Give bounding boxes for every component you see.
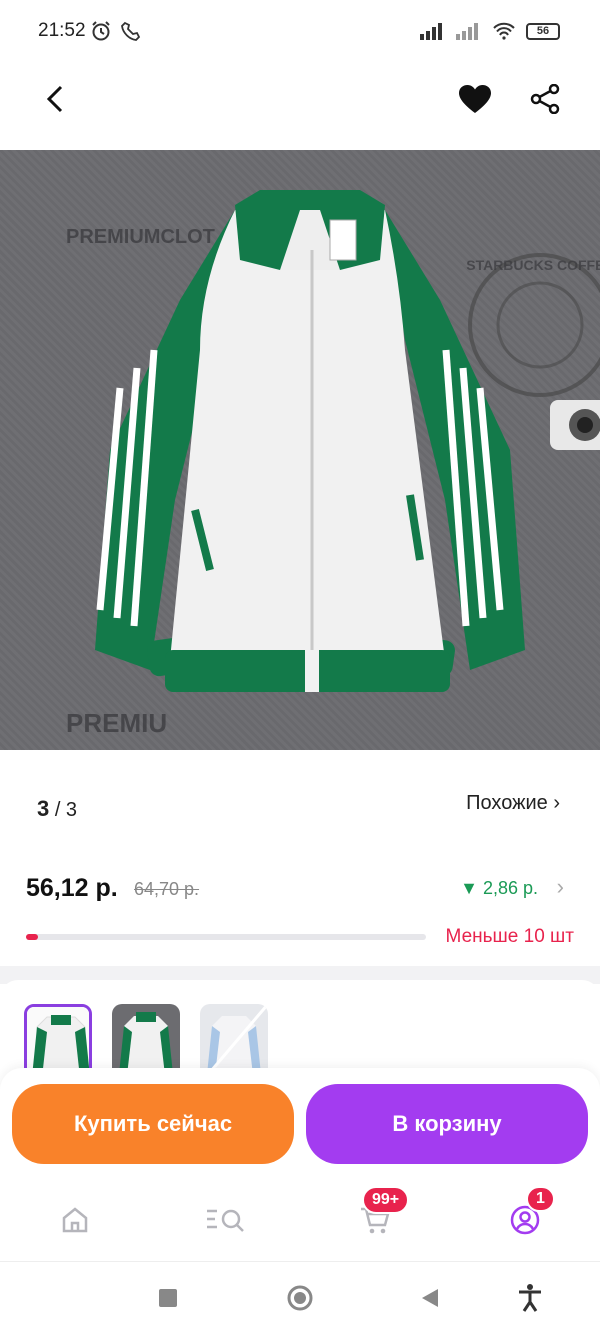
home-icon [62,1207,88,1233]
accessibility-icon [519,1284,541,1312]
catalog-search-icon [207,1209,244,1232]
share-button[interactable] [520,74,570,124]
triangle-back-icon [422,1289,438,1307]
nav-profile[interactable]: 1 [500,1186,555,1242]
wifi-icon [493,22,515,40]
current-price: 56,12 р. [26,874,118,902]
gallery-total: / 3 [54,799,78,821]
similar-link[interactable]: Похожие › [466,792,560,815]
variants-card [0,980,600,1084]
signal-2-icon [456,23,478,40]
status-bar: 21:52 56 [0,0,600,64]
system-navigation [0,1262,600,1332]
chevron-right-icon[interactable]: › [557,874,564,900]
heart-icon [459,85,491,113]
back-system-button[interactable] [414,1282,446,1314]
chevron-left-icon [46,85,63,113]
nav-catalog[interactable] [200,1198,250,1242]
share-icon [530,84,560,114]
nav-home[interactable] [50,1198,100,1242]
stock-progress-fill [26,934,38,940]
jacket-illustration: STARBUCKS COFFEE [95,190,600,692]
favorite-button[interactable] [450,74,500,124]
gallery-current: 3 [37,796,50,821]
top-app-bar [0,64,600,150]
product-image[interactable]: PREMIUMCLOT PREMIU STARBUCKS COFFEE [0,150,600,750]
gallery-info-row: 3 / 3 Похожие › [0,750,600,860]
alarm-icon [92,21,110,41]
home-system-button[interactable] [284,1282,316,1314]
circle-icon [287,1285,313,1311]
price-section: 56,12 р. 64,70 р. ▼ 2,86 р. › Меньше 10 … [0,860,600,970]
battery-indicator: 56 [526,22,560,40]
call-icon [121,21,141,41]
gallery-counter: 3 / 3 [37,796,77,822]
recents-button[interactable] [152,1282,184,1314]
signal-icon [420,23,442,40]
stock-progress-bar [26,934,426,940]
add-to-cart-button[interactable]: В корзину [306,1084,588,1164]
price-drop[interactable]: ▼ 2,86 р. [460,878,538,899]
nav-cart[interactable]: 99+ [350,1186,410,1242]
cart-badge: 99+ [362,1186,410,1214]
stock-text: Меньше 10 шт [445,926,574,947]
status-icons-right: 56 [420,22,560,40]
action-bar: Купить сейчас В корзину [0,1068,600,1178]
bottom-navigation: 99+ 1 [0,1178,600,1262]
old-price: 64,70 р. [134,879,200,899]
buy-now-button[interactable]: Купить сейчас [12,1084,294,1164]
square-icon [159,1289,177,1307]
back-button[interactable] [30,74,80,124]
profile-badge: 1 [526,1186,555,1212]
status-time: 21:52 [38,20,86,41]
badge-text: STARBUCKS COFFEE [466,257,600,273]
status-icons-left [90,20,142,42]
accessibility-button[interactable] [514,1282,546,1314]
